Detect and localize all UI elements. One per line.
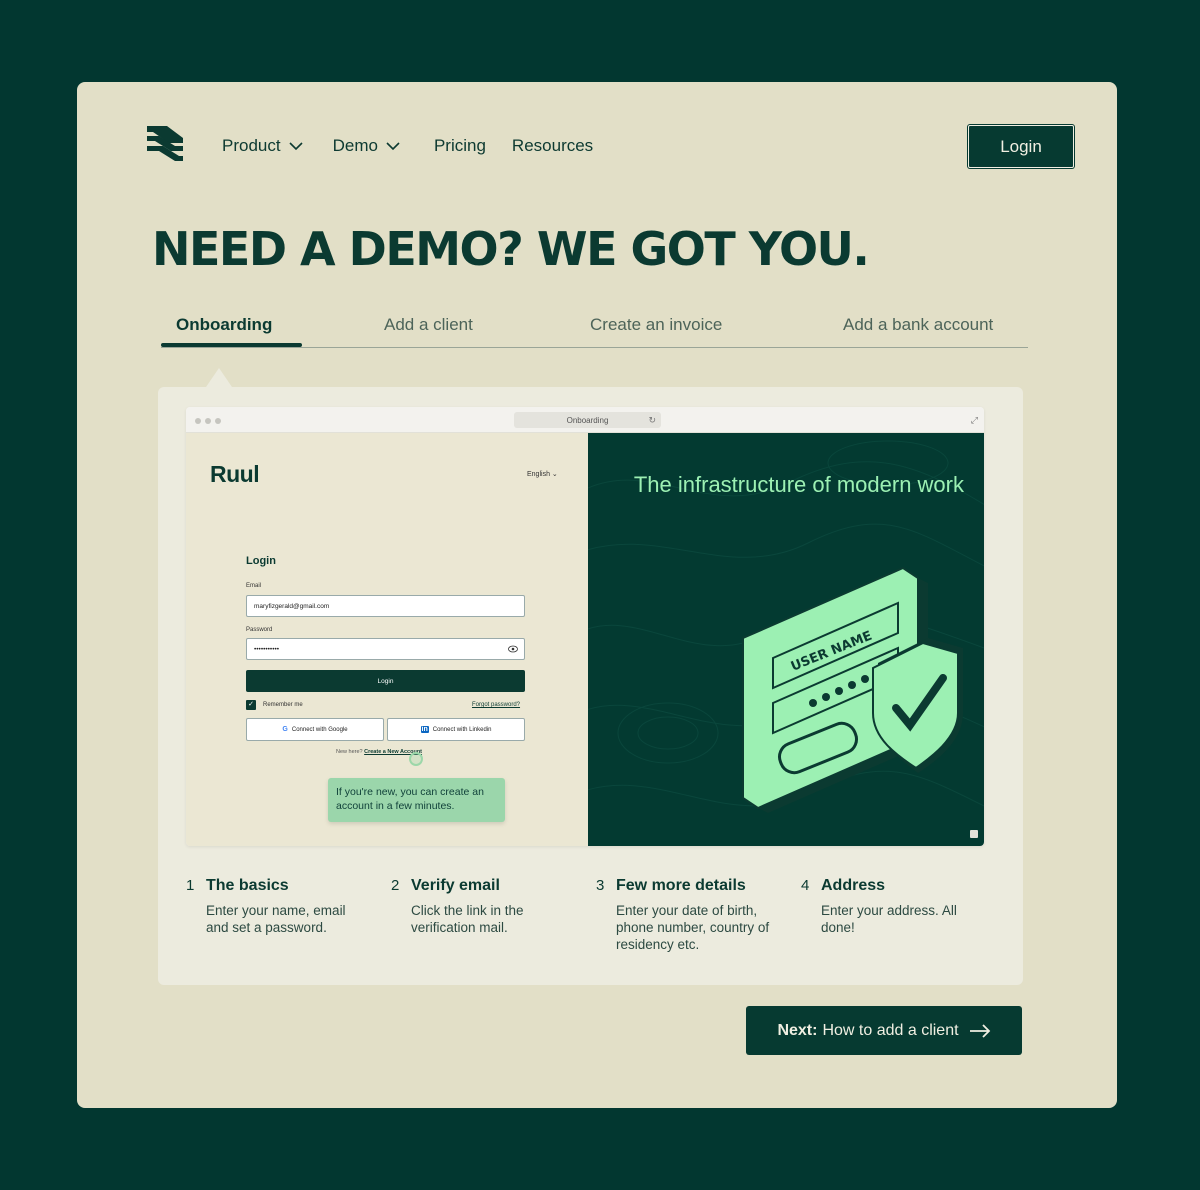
hero-tagline: The infrastructure of modern work [633,472,964,497]
step-item: 3 Few more details Enter your date of bi… [596,877,801,953]
language-label: English [527,471,550,478]
step-number: 2 [391,877,400,894]
arrow-right-icon [969,1023,990,1038]
nav-product[interactable]: Product [222,136,303,156]
step-description: Click the link in the verification mail. [411,903,524,935]
nav-product-label: Product [222,136,281,155]
login-shield-illustration: USER NAME [742,566,963,813]
window-dot-icon [195,418,201,424]
language-select: English ⌄ [527,471,558,478]
email-value: maryfizgerald@gmail.com [254,602,330,610]
chevron-down-icon [386,142,400,151]
email-field: maryfizgerald@gmail.com [246,595,525,617]
nav-demo-label: Demo [332,136,378,155]
password-label: Password [246,627,273,633]
onboarding-steps: 1 The basics Enter your name, email and … [186,877,1006,953]
hotspot-indicator[interactable] [409,752,423,766]
panel-pointer [206,368,232,387]
password-field: ••••••••••• [246,638,525,660]
step-title: Address [821,877,886,894]
remember-me-label: Remember me [263,702,303,708]
connect-google-button: G Connect with Google [246,718,384,741]
new-here-label: New here? [336,749,363,755]
next-label: How to add a client [822,1021,959,1039]
step-title: The basics [206,877,289,894]
step-item: 4 Address Enter your address. All done! [801,877,1006,953]
nav-resources[interactable]: Resources [512,136,593,156]
corner-icon [970,830,978,838]
main-card: Product Demo Pricing Resources Login NEE… [77,82,1117,1108]
demo-tabs: Onboarding Add a client Create an invoic… [161,312,1028,348]
password-value: ••••••••••• [254,645,280,653]
new-here-text: New here? Create a New Account [336,749,422,755]
tab-add-client[interactable]: Add a client [384,315,473,335]
onboarding-tooltip: If you're new, you can create an account… [328,778,505,822]
next-button[interactable]: Next: How to add a client [746,1006,1022,1055]
tab-onboarding[interactable]: Onboarding [176,315,272,335]
nav-pricing[interactable]: Pricing [434,136,486,156]
email-label: Email [246,583,262,589]
reload-icon: ↻ [648,415,656,425]
top-nav: Product Demo Pricing Resources [222,136,619,156]
step-item: 2 Verify email Click the link in the ver… [391,877,596,953]
step-item: 1 The basics Enter your name, email and … [186,877,391,953]
url-title: Onboarding [566,415,609,425]
chevron-down-icon [289,142,303,151]
step-description: Enter your address. All done! [821,903,957,935]
step-number: 1 [186,877,195,894]
mockup-login-button: Login [246,670,525,692]
page-headline: NEED A DEMO? WE GOT YOU. [152,222,870,276]
login-button[interactable]: Login [968,125,1074,168]
ruul-logo: Ruul [210,461,260,487]
connect-linkedin-label: Connect with Linkedin [432,726,492,733]
eye-icon [508,645,518,653]
step-description: Enter your date of birth, phone number, … [616,903,770,952]
step-number: 3 [596,877,605,894]
hero-panel: The infrastructure of modern work USER N… [588,433,984,846]
demo-panel: Onboarding ↻ ⤢ Ruul English ⌄ Login Emai… [158,387,1023,985]
nav-resources-label: Resources [511,136,594,155]
remember-checkbox-icon: ✓ [246,700,256,710]
nav-pricing-label: Pricing [433,136,486,155]
expand-icon: ⤢ [970,415,978,425]
step-description: Enter your name, email and set a passwor… [206,903,346,935]
brand-logo-icon[interactable] [145,124,185,164]
google-icon: G [282,726,288,733]
browser-mockup: Onboarding ↻ ⤢ Ruul English ⌄ Login Emai… [186,407,984,846]
active-tab-indicator [161,343,302,347]
window-dot-icon [205,418,211,424]
nav-demo[interactable]: Demo [333,136,400,156]
step-title: Verify email [411,877,500,894]
window-dot-icon [215,418,221,424]
next-prefix: Next: [777,1021,818,1039]
forgot-password-link: Forgot password? [472,702,521,708]
connect-linkedin-button: in Connect with Linkedin [387,718,525,741]
login-title: Login [246,555,276,567]
step-title: Few more details [616,877,746,894]
login-screen: Ruul English ⌄ Login Email maryfizgerald… [186,433,588,846]
browser-toolbar: Onboarding ↻ ⤢ [186,407,984,433]
step-number: 4 [801,877,810,894]
connect-google-label: Connect with Google [291,726,348,733]
tab-create-invoice[interactable]: Create an invoice [590,315,722,335]
tab-add-bank-account[interactable]: Add a bank account [843,315,993,335]
url-bar: Onboarding ↻ [514,412,661,428]
linkedin-icon: in [420,726,429,733]
